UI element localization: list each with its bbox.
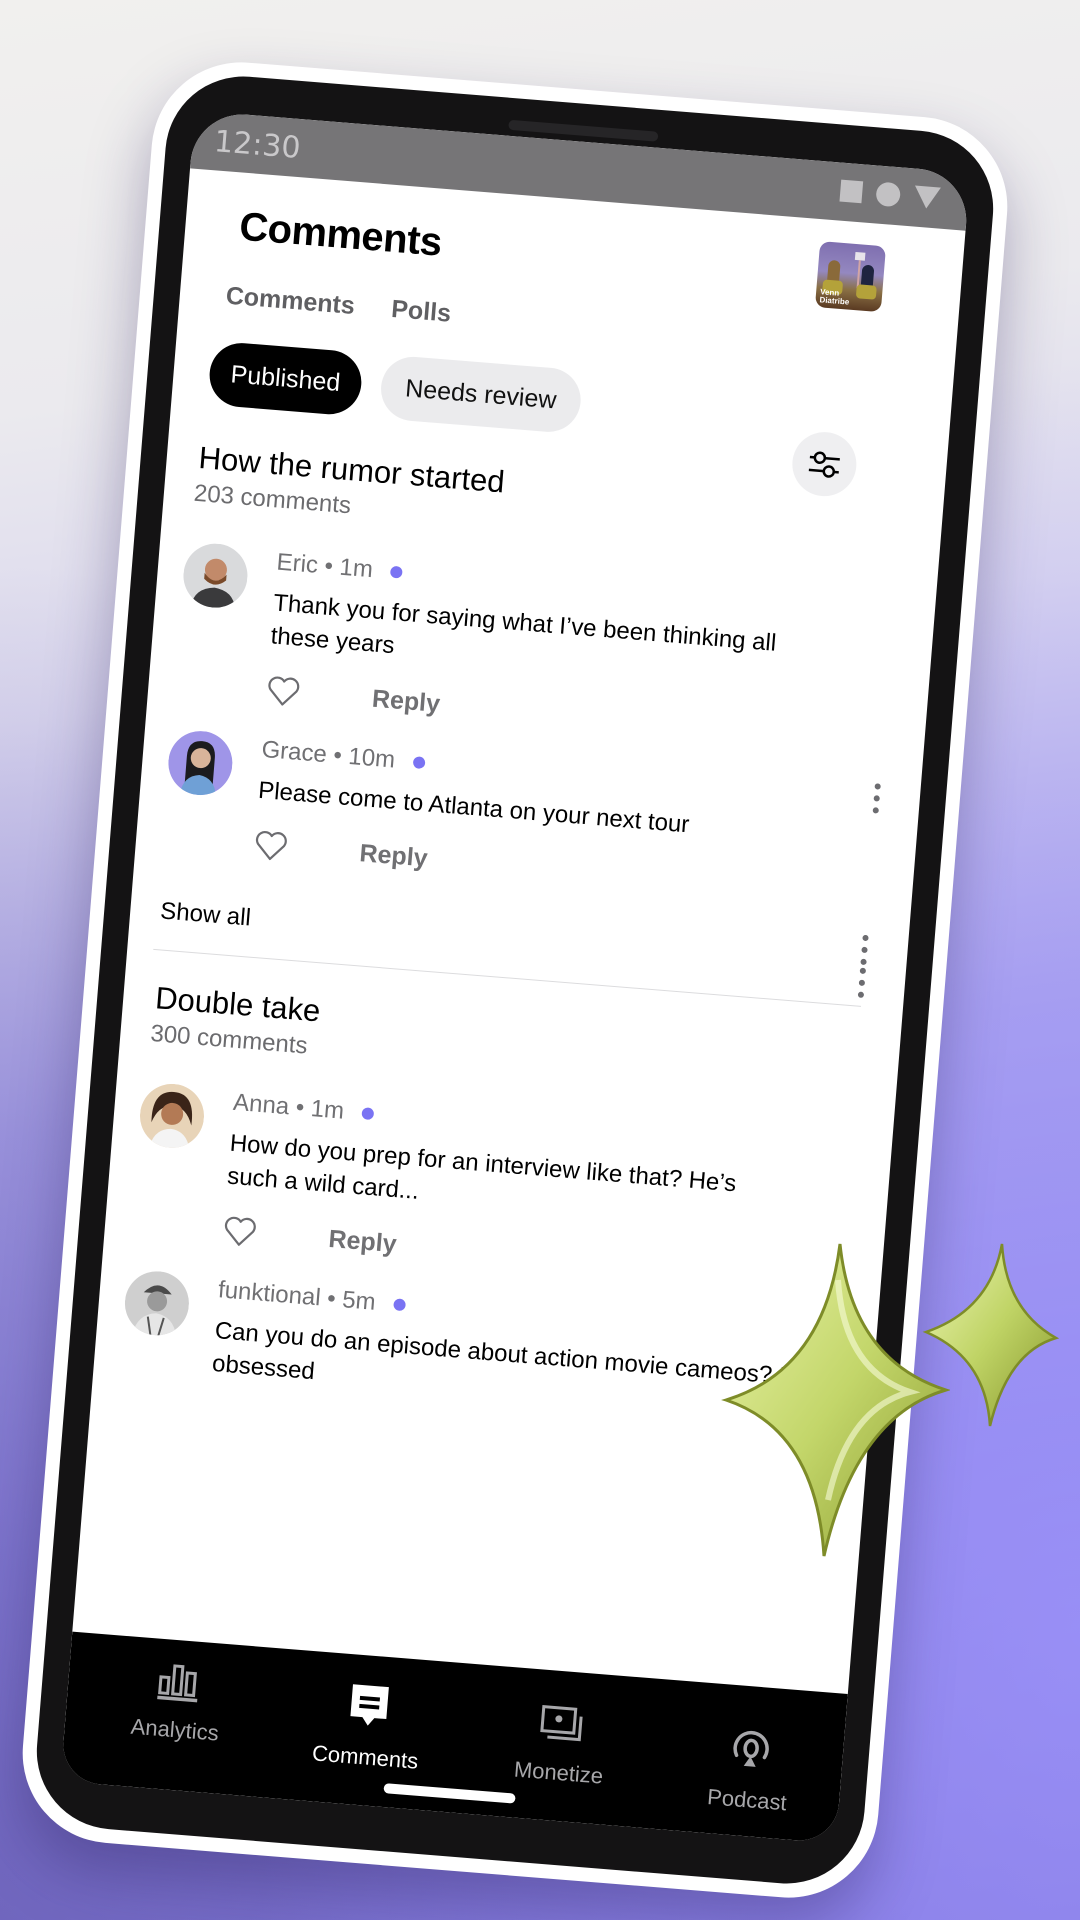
phone-frame: 12:30 Comments Venn Diatribe Comments Po… bbox=[15, 55, 1015, 1905]
chip-published[interactable]: Published bbox=[207, 340, 364, 417]
nav-monetize[interactable]: Monetize bbox=[488, 1700, 634, 1792]
square-icon bbox=[839, 179, 864, 204]
cover-chair bbox=[855, 284, 877, 300]
comment-item: Eric • 1m Thank you for saying what I’ve… bbox=[173, 541, 893, 814]
comment-time: 10m bbox=[347, 742, 397, 774]
comment-author: Eric bbox=[275, 548, 320, 579]
meta-separator: • bbox=[319, 1284, 344, 1314]
heart-icon[interactable] bbox=[253, 829, 289, 864]
nav-comments[interactable]: Comments bbox=[294, 1678, 441, 1776]
avatar bbox=[122, 1268, 192, 1338]
tab-polls[interactable]: Polls bbox=[390, 295, 452, 329]
status-time: 12:30 bbox=[212, 124, 302, 167]
avatar-image-funktional bbox=[122, 1268, 192, 1338]
nav-label: Comments bbox=[311, 1740, 420, 1774]
reply-button[interactable]: Reply bbox=[371, 684, 441, 718]
sparkle-small-icon bbox=[922, 1243, 1060, 1427]
nav-analytics[interactable]: Analytics bbox=[104, 1657, 250, 1749]
page-title: Comments bbox=[237, 204, 444, 265]
reply-button[interactable]: Reply bbox=[327, 1224, 398, 1258]
reply-button[interactable]: Reply bbox=[359, 839, 429, 873]
episode-section: How the rumor started 203 comments Eric … bbox=[153, 440, 902, 1007]
unread-dot bbox=[412, 756, 426, 770]
podcast-cover-title: Venn Diatribe bbox=[819, 287, 850, 307]
unread-dot bbox=[361, 1107, 375, 1121]
meta-separator: • bbox=[325, 741, 350, 770]
nav-label: Analytics bbox=[129, 1713, 220, 1746]
comment-time: 5m bbox=[341, 1286, 377, 1316]
meta-separator: • bbox=[288, 1093, 312, 1122]
show-all-link[interactable]: Show all bbox=[155, 897, 865, 982]
avatar bbox=[137, 1081, 207, 1151]
avatar bbox=[165, 728, 235, 798]
comment-bubble-icon bbox=[350, 1684, 389, 1726]
comment-author: Anna bbox=[232, 1088, 291, 1121]
avatar-image-anna bbox=[137, 1081, 207, 1151]
avatar bbox=[180, 541, 250, 611]
chip-needs-review[interactable]: Needs review bbox=[378, 354, 584, 435]
nav-label: Monetize bbox=[513, 1756, 605, 1789]
sparkle-large-icon bbox=[721, 1243, 950, 1557]
nav-podcast[interactable]: Podcast bbox=[676, 1721, 823, 1819]
status-icons bbox=[839, 179, 941, 211]
more-options-icon[interactable] bbox=[857, 967, 867, 999]
phone-bezel: 12:30 Comments Venn Diatribe Comments Po… bbox=[30, 70, 1000, 1890]
bar-chart-icon bbox=[157, 1664, 198, 1703]
triangle-icon bbox=[913, 185, 941, 210]
nav-label: Podcast bbox=[706, 1784, 788, 1816]
heart-icon[interactable] bbox=[265, 674, 301, 709]
sliders-icon bbox=[808, 451, 840, 478]
comment-time: 1m bbox=[338, 553, 374, 584]
avatar-image-grace bbox=[165, 728, 235, 798]
unread-dot bbox=[390, 565, 404, 579]
podcast-mic-icon bbox=[733, 1730, 769, 1767]
tab-comments[interactable]: Comments bbox=[225, 282, 356, 321]
circle-icon bbox=[875, 181, 902, 208]
heart-icon[interactable] bbox=[222, 1214, 258, 1249]
meta-separator: • bbox=[316, 551, 341, 581]
podcast-cover[interactable]: Venn Diatribe bbox=[814, 241, 887, 313]
comment-author: Grace bbox=[260, 735, 328, 769]
comment-item: Grace • 10m Please come to Atlanta on yo… bbox=[161, 728, 879, 966]
avatar-image-eric bbox=[180, 541, 250, 611]
unread-dot bbox=[392, 1298, 406, 1312]
comment-author: funktional bbox=[217, 1276, 322, 1312]
home-indicator[interactable] bbox=[383, 1783, 516, 1804]
app-screen: 12:30 Comments Venn Diatribe Comments Po… bbox=[60, 110, 971, 1844]
media-stack-icon bbox=[540, 1705, 583, 1742]
more-options-icon[interactable] bbox=[860, 934, 869, 966]
comment-time: 1m bbox=[309, 1095, 346, 1125]
